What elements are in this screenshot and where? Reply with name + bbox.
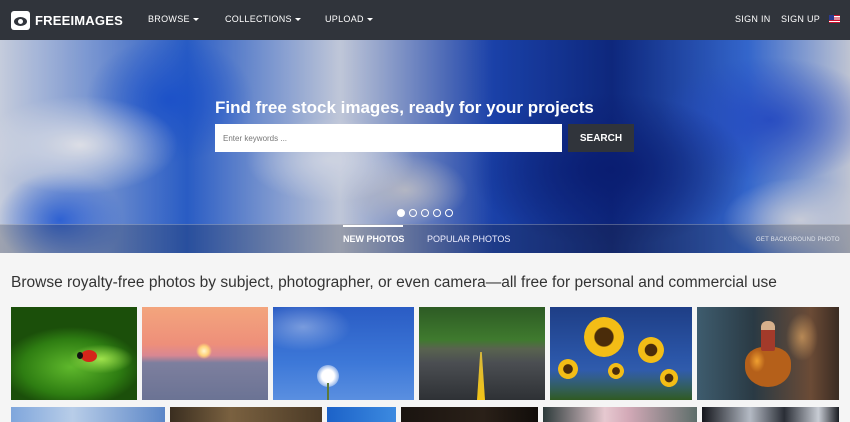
sunflower-shape xyxy=(638,337,664,363)
hero-tab-bar: NEW PHOTOS POPULAR PHOTOS GET BACKGROUND… xyxy=(0,224,850,253)
nav-collections[interactable]: COLLECTIONS xyxy=(225,14,301,24)
page-tagline: Browse royalty-free photos by subject, p… xyxy=(11,274,777,291)
us-flag-icon[interactable] xyxy=(829,15,840,23)
butterfly-wings xyxy=(745,347,791,387)
carousel-dot[interactable] xyxy=(421,209,429,217)
nav-upload-label: UPLOAD xyxy=(325,14,364,24)
sunflower-shape xyxy=(608,363,624,379)
active-tab-indicator xyxy=(343,225,403,227)
sign-in-link[interactable]: SIGN IN xyxy=(735,14,771,24)
photo-thumbnail[interactable] xyxy=(11,407,165,422)
chevron-down-icon xyxy=(366,17,373,21)
logo[interactable]: FREEIMAGES xyxy=(11,10,123,30)
ladybug-shape xyxy=(77,350,97,362)
photo-thumbnail-ladybug[interactable] xyxy=(11,307,137,400)
carousel-dot[interactable] xyxy=(433,209,441,217)
sign-up-link[interactable]: SIGN UP xyxy=(781,14,820,24)
photo-thumbnail-dandelion[interactable] xyxy=(273,307,414,400)
logo-text: FREEIMAGES xyxy=(35,12,123,28)
photo-thumbnail[interactable] xyxy=(401,407,538,422)
tab-new-photos[interactable]: NEW PHOTOS xyxy=(343,234,404,244)
photo-thumbnail[interactable] xyxy=(702,407,839,422)
carousel-dots xyxy=(397,209,453,217)
search-button[interactable]: SEARCH xyxy=(568,124,634,152)
photo-thumbnail[interactable] xyxy=(327,407,396,422)
tab-popular-photos[interactable]: POPULAR PHOTOS xyxy=(427,234,510,244)
chevron-down-icon xyxy=(294,17,301,21)
nav-collections-label: COLLECTIONS xyxy=(225,14,292,24)
sunflower-shape xyxy=(558,359,578,379)
sunflower-shape xyxy=(660,369,678,387)
road-line xyxy=(477,352,485,400)
photo-thumbnail-sunflowers[interactable] xyxy=(550,307,692,400)
nav-browse[interactable]: BROWSE xyxy=(148,14,199,24)
hero-title: Find free stock images, ready for your p… xyxy=(215,98,594,117)
figure-shape xyxy=(761,321,775,351)
search-input[interactable] xyxy=(215,124,562,152)
sunflower-shape xyxy=(584,317,624,357)
carousel-dot[interactable] xyxy=(397,209,405,217)
top-nav: FREEIMAGES BROWSE COLLECTIONS UPLOAD SIG… xyxy=(0,0,850,40)
get-background-photo-link[interactable]: GET BACKGROUND PHOTO xyxy=(756,237,840,243)
carousel-dot[interactable] xyxy=(409,209,417,217)
logo-eye-icon xyxy=(11,10,30,30)
nav-browse-label: BROWSE xyxy=(148,14,190,24)
photo-thumbnail-butterfly-figure[interactable] xyxy=(697,307,839,400)
chevron-down-icon xyxy=(192,17,199,21)
photo-thumbnail[interactable] xyxy=(543,407,697,422)
nav-upload[interactable]: UPLOAD xyxy=(325,14,373,24)
photo-thumbnail-road[interactable] xyxy=(419,307,545,400)
carousel-dot[interactable] xyxy=(445,209,453,217)
dandelion-stem xyxy=(327,383,329,400)
photo-thumbnail-sunset[interactable] xyxy=(142,307,268,400)
photo-thumbnail[interactable] xyxy=(170,407,322,422)
hero-banner: Find free stock images, ready for your p… xyxy=(0,40,850,253)
